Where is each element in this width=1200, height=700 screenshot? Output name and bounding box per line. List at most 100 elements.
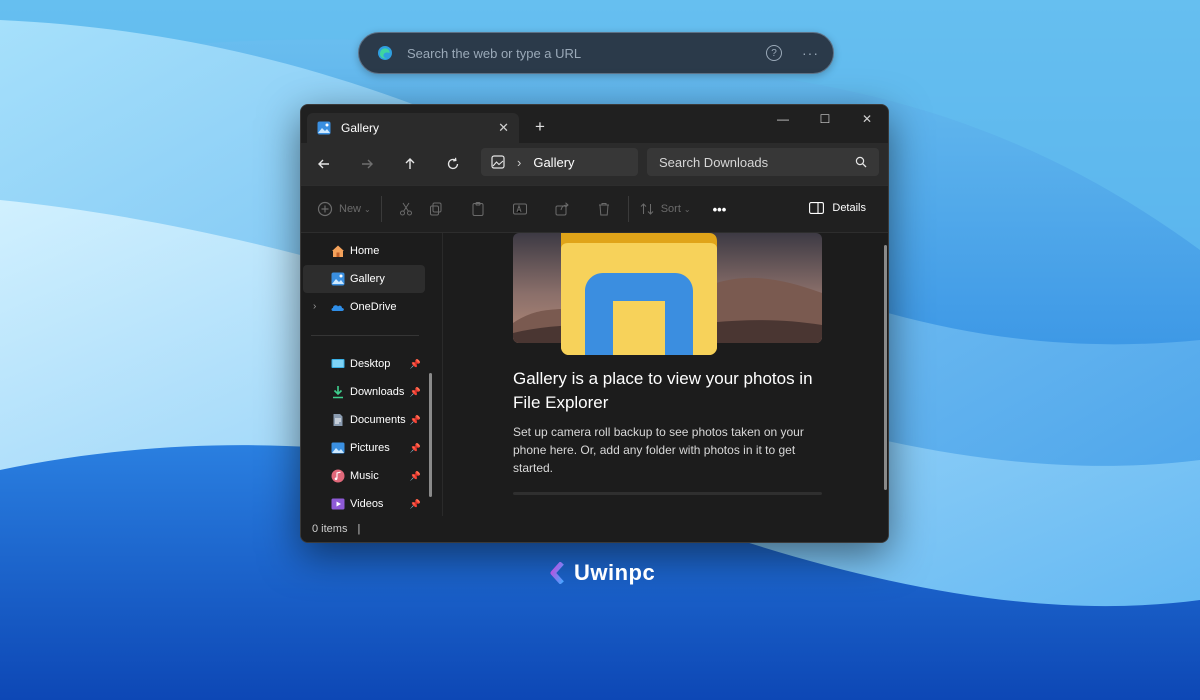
- onedrive-icon: [331, 305, 344, 311]
- edge-search-bar[interactable]: Search the web or type a URL ? ···: [358, 32, 834, 74]
- up-button[interactable]: [395, 149, 425, 179]
- details-pane-icon: [809, 202, 825, 214]
- sidebar-item-label: Videos: [350, 498, 384, 510]
- sidebar-item-desktop[interactable]: Desktop 📌: [301, 350, 441, 378]
- documents-icon: [333, 414, 343, 426]
- pin-icon[interactable]: 📌: [410, 359, 421, 370]
- progress-track: [513, 492, 822, 495]
- sort-button[interactable]: Sort ⌄: [639, 201, 691, 217]
- file-explorer-window: Gallery ✕ + — ☐ ✕ › Gallery Search Downl…: [300, 104, 889, 543]
- search-icon: [855, 156, 867, 168]
- new-tab-button[interactable]: +: [535, 117, 545, 137]
- desktop-icon: [331, 359, 345, 368]
- search-input[interactable]: Search Downloads: [659, 155, 855, 170]
- chevron-down-icon: ⌄: [683, 204, 691, 214]
- details-label: Details: [832, 202, 866, 214]
- details-button[interactable]: Details: [809, 202, 866, 214]
- sidebar-item-home[interactable]: Home: [301, 237, 441, 265]
- site-watermark: Uwinpc: [550, 560, 655, 586]
- sidebar-item-label: Music: [350, 470, 379, 482]
- gallery-heading: Gallery is a place to view your photos i…: [513, 369, 813, 412]
- sidebar-item-onedrive[interactable]: › OneDrive: [301, 293, 441, 321]
- paste-button[interactable]: [470, 201, 486, 217]
- trash-icon: [598, 203, 609, 216]
- content-scrollbar[interactable]: [884, 245, 887, 490]
- maximize-button[interactable]: ☐: [804, 105, 846, 133]
- navigation-pane: Home Gallery › OneDrive Desktop 📌 Downlo…: [301, 233, 441, 517]
- status-bar: 0 items |: [301, 516, 888, 542]
- new-label: New: [339, 203, 362, 215]
- arrow-up-icon: [405, 158, 415, 169]
- help-icon[interactable]: ?: [766, 45, 782, 61]
- pictures-icon: [331, 442, 345, 454]
- back-button[interactable]: [309, 149, 339, 179]
- sort-icon: [640, 203, 654, 215]
- edge-logo-icon: [378, 46, 392, 60]
- rename-icon: [512, 203, 527, 215]
- sidebar-item-label: Documents: [350, 414, 406, 426]
- cut-button[interactable]: [398, 201, 414, 217]
- tab-close-icon[interactable]: ✕: [498, 120, 509, 136]
- search-box[interactable]: Search Downloads: [647, 148, 879, 176]
- toolbar-divider: [380, 196, 382, 222]
- more-icon[interactable]: ···: [802, 45, 819, 61]
- sidebar-item-pictures[interactable]: Pictures 📌: [301, 434, 441, 462]
- sidebar-item-documents[interactable]: Documents 📌: [301, 406, 441, 434]
- file-explorer-folder-icon: [561, 233, 717, 355]
- status-separator: |: [357, 523, 361, 535]
- share-icon: [555, 202, 569, 216]
- scissors-icon: [399, 202, 412, 216]
- pin-icon[interactable]: 📌: [410, 471, 421, 482]
- sidebar-item-gallery[interactable]: Gallery: [303, 265, 425, 293]
- navigation-bar: › Gallery Search Downloads: [301, 143, 888, 185]
- sort-label: Sort: [660, 203, 681, 215]
- clipboard-icon: [472, 202, 484, 216]
- breadcrumb-separator: ›: [517, 154, 522, 170]
- rename-button[interactable]: [512, 201, 528, 217]
- toolbar-divider: [627, 196, 629, 222]
- sidebar-scrollbar[interactable]: [429, 373, 432, 497]
- sidebar-item-label: Downloads: [350, 386, 405, 398]
- minimize-button[interactable]: —: [762, 105, 804, 133]
- item-count: 0 items: [312, 523, 348, 535]
- forward-button[interactable]: [352, 149, 382, 179]
- sidebar-item-downloads[interactable]: Downloads 📌: [301, 378, 441, 406]
- edge-search-placeholder[interactable]: Search the web or type a URL: [407, 46, 766, 61]
- sidebar-item-videos[interactable]: Videos 📌: [301, 490, 441, 518]
- breadcrumb-location[interactable]: Gallery: [533, 155, 574, 170]
- home-icon: [332, 245, 344, 257]
- chevron-right-icon[interactable]: ›: [313, 301, 316, 312]
- arrow-left-icon: [318, 159, 329, 169]
- gallery-outline-icon: [491, 155, 505, 169]
- share-button[interactable]: [554, 201, 570, 217]
- chevron-down-icon: ⌄: [364, 204, 371, 214]
- plus-circle-icon: [317, 201, 333, 217]
- copy-button[interactable]: [428, 201, 444, 217]
- uwinpc-logo-icon: [550, 562, 564, 584]
- music-icon: [331, 469, 345, 483]
- refresh-icon: [447, 157, 459, 170]
- videos-icon: [331, 498, 345, 510]
- address-bar[interactable]: › Gallery: [481, 148, 638, 176]
- pin-icon[interactable]: 📌: [410, 387, 421, 398]
- more-options-button[interactable]: •••: [713, 202, 727, 217]
- sidebar-item-label: OneDrive: [350, 301, 397, 313]
- refresh-button[interactable]: [438, 149, 468, 179]
- pin-icon[interactable]: 📌: [410, 499, 421, 510]
- tab-gallery[interactable]: Gallery ✕: [307, 113, 519, 143]
- arrow-right-icon: [362, 159, 373, 169]
- gallery-icon: [317, 121, 331, 135]
- downloads-icon: [333, 386, 343, 399]
- sidebar-divider: [311, 335, 419, 336]
- sidebar-item-music[interactable]: Music 📌: [301, 462, 441, 490]
- pin-icon[interactable]: 📌: [410, 443, 421, 454]
- pin-icon[interactable]: 📌: [410, 415, 421, 426]
- sidebar-item-label: Gallery: [350, 273, 385, 285]
- sidebar-item-label: Home: [350, 245, 380, 257]
- new-button[interactable]: New ⌄: [317, 201, 371, 217]
- sidebar-item-label: Pictures: [350, 442, 390, 454]
- window-controls: — ☐ ✕: [762, 105, 888, 135]
- delete-button[interactable]: [596, 201, 612, 217]
- watermark-text: Uwinpc: [574, 560, 656, 585]
- close-button[interactable]: ✕: [846, 105, 888, 133]
